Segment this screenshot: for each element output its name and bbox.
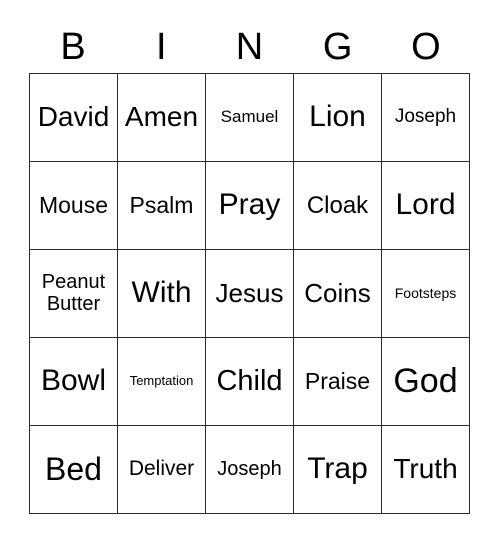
- bingo-cell[interactable]: Peanut Butter: [30, 250, 118, 338]
- bingo-cell-label: Psalm: [129, 192, 194, 219]
- bingo-cell-label: Joseph: [394, 106, 457, 128]
- bingo-cell-label: Bowl: [40, 364, 107, 398]
- header-letter-o: O: [411, 25, 441, 68]
- bingo-cell-label: Praise: [304, 368, 371, 395]
- bingo-cell[interactable]: Trap: [294, 426, 382, 514]
- bingo-cell[interactable]: God: [382, 338, 470, 426]
- bingo-cell-label: Bed: [45, 451, 102, 488]
- bingo-cell[interactable]: Truth: [382, 426, 470, 514]
- bingo-cell-label: David: [37, 101, 110, 133]
- bingo-cell-label: Child: [216, 364, 283, 397]
- bingo-cell[interactable]: Bowl: [30, 338, 118, 426]
- bingo-cell[interactable]: Deliver: [118, 426, 206, 514]
- bingo-cell[interactable]: Child: [206, 338, 294, 426]
- header-letter-i: I: [156, 25, 167, 68]
- bingo-card: B I N G O David Amen Samuel Lion Joseph …: [0, 0, 500, 544]
- bingo-cell-label: Pray: [218, 188, 281, 222]
- bingo-cell[interactable]: Pray: [206, 162, 294, 250]
- header-letter-b: B: [60, 25, 86, 68]
- bingo-cell-label: Lion: [309, 100, 366, 134]
- bingo-cell-label: Deliver: [128, 457, 195, 481]
- bingo-cell-label: Footsteps: [394, 284, 457, 301]
- bingo-cell[interactable]: Cloak: [294, 162, 382, 250]
- bingo-cell[interactable]: Amen: [118, 74, 206, 162]
- bingo-cell[interactable]: Joseph: [206, 426, 294, 514]
- header-letter-g: G: [322, 25, 353, 68]
- bingo-cell[interactable]: Mouse: [30, 162, 118, 250]
- bingo-cell-label: Coins: [304, 278, 371, 309]
- bingo-cell-label: Peanut Butter: [41, 270, 106, 315]
- bingo-cell-label: Trap: [307, 452, 368, 486]
- bingo-cell-label: Truth: [393, 453, 458, 485]
- bingo-cell[interactable]: Coins: [294, 250, 382, 338]
- bingo-cell-label: Temptation: [129, 373, 194, 389]
- bingo-cell[interactable]: David: [30, 74, 118, 162]
- bingo-cell-label: Lord: [395, 188, 456, 222]
- bingo-cell[interactable]: Praise: [294, 338, 382, 426]
- bingo-cell-label: Samuel: [220, 107, 279, 127]
- bingo-header-row: B I N G O: [29, 20, 470, 73]
- bingo-cell[interactable]: With: [118, 250, 206, 338]
- bingo-cell[interactable]: Temptation: [118, 338, 206, 426]
- bingo-cell-label: With: [131, 276, 192, 310]
- bingo-cell[interactable]: Footsteps: [382, 250, 470, 338]
- bingo-cell[interactable]: Bed: [30, 426, 118, 514]
- bingo-cell[interactable]: Samuel: [206, 74, 294, 162]
- bingo-cell[interactable]: Lord: [382, 162, 470, 250]
- bingo-cell-label: Jesus: [215, 278, 284, 309]
- bingo-cell-label: Joseph: [217, 457, 282, 480]
- bingo-cell-label: God: [393, 362, 458, 401]
- bingo-cell[interactable]: Psalm: [118, 162, 206, 250]
- bingo-cell-label: Amen: [124, 101, 199, 133]
- bingo-cell[interactable]: Lion: [294, 74, 382, 162]
- bingo-cell-label: Cloak: [306, 191, 369, 219]
- header-letter-n: N: [235, 25, 264, 68]
- bingo-grid: David Amen Samuel Lion Joseph Mouse Psal…: [29, 73, 470, 514]
- bingo-cell[interactable]: Jesus: [206, 250, 294, 338]
- bingo-cell-label: Mouse: [38, 192, 109, 219]
- bingo-cell[interactable]: Joseph: [382, 74, 470, 162]
